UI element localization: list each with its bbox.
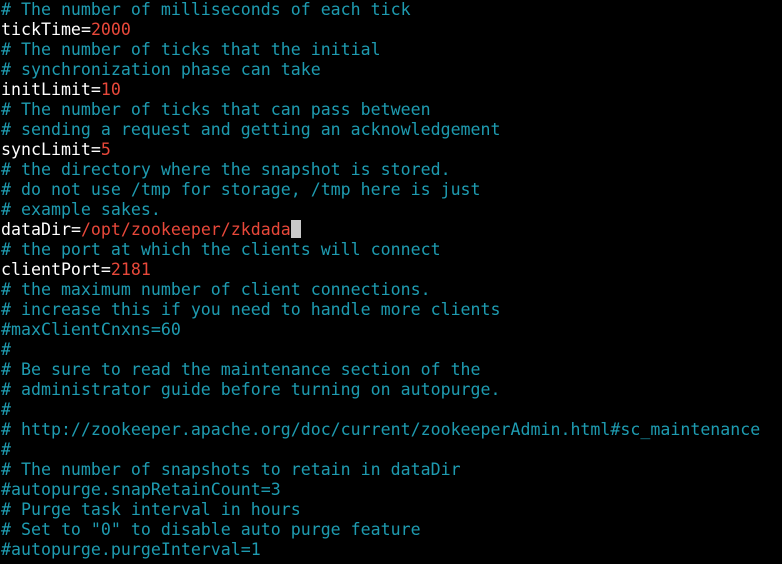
comment-line[interactable]: # the maximum number of client connectio…	[1, 280, 782, 300]
comment-text: # do not use /tmp for storage, /tmp here…	[1, 180, 481, 199]
comment-line[interactable]: # The number of ticks that can pass betw…	[1, 100, 782, 120]
comment-text: #autopurge.purgeInterval=1	[1, 540, 261, 559]
comment-text: # increase this if you need to handle mo…	[1, 300, 501, 319]
setting-line[interactable]: dataDir=/opt/zookeeper/zkdada	[1, 220, 782, 240]
terminal-editor[interactable]: # The number of milliseconds of each tic…	[0, 0, 782, 564]
setting-key: tickTime	[1, 20, 81, 39]
comment-text: # the port at which the clients will con…	[1, 240, 441, 259]
comment-line[interactable]: # the directory where the snapshot is st…	[1, 160, 782, 180]
equals-sign: =	[100, 260, 111, 279]
comment-line[interactable]: # The number of snapshots to retain in d…	[1, 460, 782, 480]
comment-line[interactable]: # example sakes.	[1, 200, 782, 220]
comment-line[interactable]: # The number of ticks that the initial	[1, 40, 782, 60]
comment-text: # administrator guide before turning on …	[1, 380, 501, 399]
setting-line[interactable]: clientPort=2181	[1, 260, 782, 280]
comment-text: # the maximum number of client connectio…	[1, 280, 431, 299]
setting-line[interactable]: tickTime=2000	[1, 20, 782, 40]
comment-text: #maxClientCnxns=60	[1, 320, 181, 339]
comment-text: # The number of ticks that can pass betw…	[1, 100, 431, 119]
setting-key: dataDir	[1, 220, 71, 239]
comment-text: # Be sure to read the maintenance sectio…	[1, 360, 481, 379]
comment-text: #autopurge.snapRetainCount=3	[1, 480, 281, 499]
setting-line[interactable]: syncLimit=5	[1, 140, 782, 160]
setting-value: /opt/zookeeper/zkdada	[80, 220, 291, 239]
setting-line[interactable]: initLimit=10	[1, 80, 782, 100]
setting-value: 10	[100, 80, 121, 99]
comment-line[interactable]: # sending a request and getting an ackno…	[1, 120, 782, 140]
comment-line[interactable]: # synchronization phase can take	[1, 60, 782, 80]
equals-sign: =	[80, 20, 91, 39]
comment-line[interactable]: # Be sure to read the maintenance sectio…	[1, 360, 782, 380]
comment-text: #	[1, 400, 11, 419]
comment-line[interactable]: #autopurge.snapRetainCount=3	[1, 480, 782, 500]
comment-line[interactable]: # The number of milliseconds of each tic…	[1, 0, 782, 20]
comment-line[interactable]: # http://zookeeper.apache.org/doc/curren…	[1, 420, 782, 440]
comment-line[interactable]: # do not use /tmp for storage, /tmp here…	[1, 180, 782, 200]
comment-line[interactable]: #	[1, 400, 782, 420]
setting-key: initLimit	[1, 80, 91, 99]
comment-text: #	[1, 340, 11, 359]
equals-sign: =	[90, 140, 101, 159]
comment-text: # The number of milliseconds of each tic…	[1, 0, 411, 19]
comment-line[interactable]: # Purge task interval in hours	[1, 500, 782, 520]
comment-text: # Purge task interval in hours	[1, 500, 301, 519]
comment-text: # sending a request and getting an ackno…	[1, 120, 501, 139]
comment-text: # synchronization phase can take	[1, 60, 321, 79]
comment-line[interactable]: # administrator guide before turning on …	[1, 380, 782, 400]
setting-value: 2000	[90, 20, 131, 39]
comment-line[interactable]: # Set to "0" to disable auto purge featu…	[1, 520, 782, 540]
comment-text: # http://zookeeper.apache.org/doc/curren…	[1, 420, 761, 439]
equals-sign: =	[70, 220, 81, 239]
comment-line[interactable]: # the port at which the clients will con…	[1, 240, 782, 260]
setting-key: clientPort	[1, 260, 101, 279]
equals-sign: =	[90, 80, 101, 99]
comment-line[interactable]: #	[1, 340, 782, 360]
setting-key: syncLimit	[1, 140, 91, 159]
comment-text: # the directory where the snapshot is st…	[1, 160, 451, 179]
comment-text: # The number of ticks that the initial	[1, 40, 381, 59]
comment-text: #	[1, 440, 11, 459]
setting-value: 2181	[110, 260, 151, 279]
setting-value: 5	[100, 140, 111, 159]
comment-line[interactable]: #autopurge.purgeInterval=1	[1, 540, 782, 560]
comment-line[interactable]: # increase this if you need to handle mo…	[1, 300, 782, 320]
text-cursor	[290, 220, 301, 238]
comment-line[interactable]: #maxClientCnxns=60	[1, 320, 782, 340]
comment-text: # example sakes.	[1, 200, 161, 219]
comment-line[interactable]: #	[1, 440, 782, 460]
comment-text: # Set to "0" to disable auto purge featu…	[1, 520, 421, 539]
comment-text: # The number of snapshots to retain in d…	[1, 460, 461, 479]
